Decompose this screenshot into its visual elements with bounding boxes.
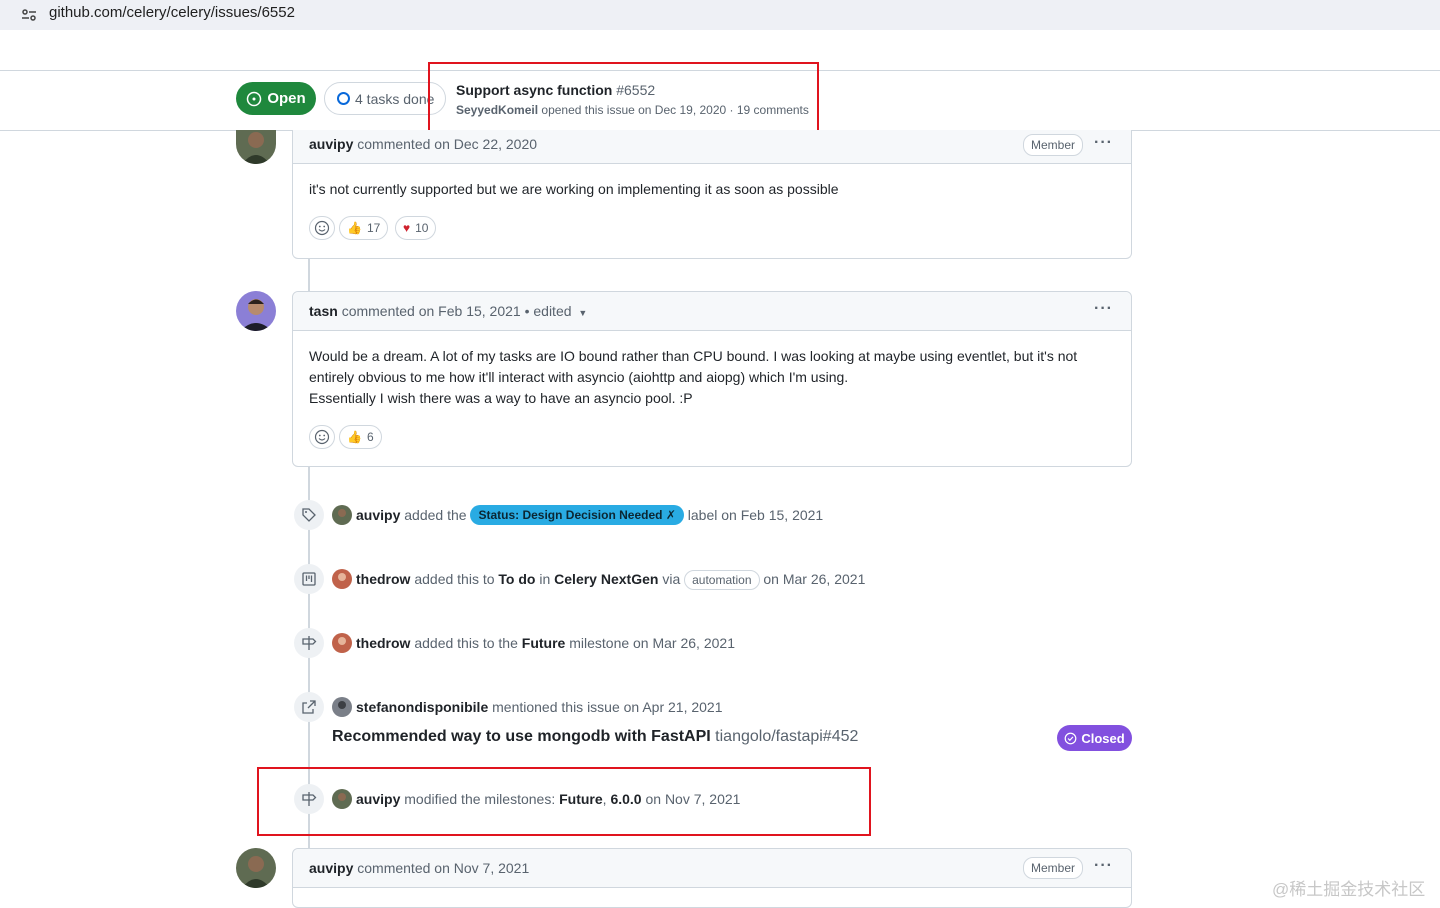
reaction-heart[interactable]: ♥ 10 [395, 216, 437, 240]
add-reaction-button[interactable] [309, 425, 335, 449]
reaction-thumbs-up[interactable]: 👍 17 [339, 216, 389, 240]
actor-avatar[interactable] [332, 505, 352, 525]
heart-icon: ♥ [403, 221, 411, 235]
avatar[interactable] [236, 848, 276, 888]
timeline-event-labeled: auvipy added the Status: Design Decision… [332, 505, 823, 525]
add-reaction-button[interactable] [309, 216, 335, 240]
actor-avatar[interactable] [332, 697, 352, 717]
issue-opened-icon [247, 91, 262, 106]
comment-timestamp[interactable]: commented on Nov 7, 2021 [357, 860, 529, 876]
thumbs-up-icon: 👍 [347, 430, 362, 444]
actor-avatar[interactable] [332, 569, 352, 589]
comment-card: auvipy commented on Nov 7, 2021 Member ·… [292, 848, 1132, 908]
comment-card: auvipy commented on Dec 22, 2020 Member … [292, 130, 1132, 259]
actor-avatar[interactable] [332, 633, 352, 653]
site-settings-icon[interactable] [20, 6, 38, 24]
timeline-line [308, 258, 310, 291]
project-link[interactable]: Celery NextGen [554, 571, 658, 587]
referenced-issue-link[interactable]: Recommended way to use mongodb with Fast… [332, 728, 858, 746]
cross-reference-icon [294, 692, 324, 722]
milestone-link[interactable]: Future [522, 635, 566, 651]
tag-icon [294, 500, 324, 530]
progress-ring-icon [337, 92, 350, 105]
referenced-issue-id: tiangolo/fastapi#452 [715, 728, 859, 745]
more-options-icon[interactable]: ··· [1094, 858, 1113, 874]
comment-body: Would be a dream. A lot of my tasks are … [309, 348, 1078, 406]
address-field[interactable]: github.com/celery/celery/issues/6552 [49, 4, 295, 21]
comment-header: auvipy commented on Nov 7, 2021 Member ·… [293, 849, 1131, 888]
comment-author-link[interactable]: auvipy [309, 136, 353, 152]
smiley-icon [314, 220, 330, 236]
comment-author-link[interactable]: auvipy [309, 860, 353, 876]
status-label: Open [267, 90, 306, 107]
comment-timestamp[interactable]: commented on Dec 22, 2020 [357, 136, 537, 152]
avatar[interactable] [236, 130, 276, 164]
comment-header: auvipy commented on Dec 22, 2020 Member … [293, 130, 1131, 164]
reaction-thumbs-up[interactable]: 👍 6 [339, 425, 382, 449]
project-icon [294, 564, 324, 594]
highlight-box-title [428, 62, 819, 133]
avatar[interactable] [236, 291, 276, 331]
actor-link[interactable]: thedrow [356, 571, 410, 587]
watermark: @稀土掘金技术社区 [1272, 880, 1426, 899]
tasks-label: 4 tasks done [355, 90, 435, 107]
check-circle-icon [1064, 732, 1077, 744]
browser-url-bar: github.com/celery/celery/issues/6552 [0, 0, 1440, 30]
highlight-box-milestone [257, 767, 871, 836]
actor-link[interactable]: thedrow [356, 635, 410, 651]
thumbs-up-icon: 👍 [347, 221, 362, 235]
comment-timestamp[interactable]: commented on Feb 15, 2021 • edited [342, 303, 572, 319]
edited-dropdown-icon[interactable]: ▼ [578, 308, 587, 318]
more-options-icon[interactable]: ··· [1094, 135, 1113, 151]
member-badge: Member [1022, 857, 1083, 879]
comment-author-link[interactable]: tasn [309, 303, 338, 319]
member-badge: Member [1022, 134, 1083, 156]
comment-card: tasn commented on Feb 15, 2021 • edited … [292, 291, 1132, 467]
project-column-link[interactable]: To do [498, 571, 535, 587]
issue-label[interactable]: Status: Design Decision Needed ✗ [470, 505, 684, 525]
issue-status-open-badge: Open [236, 82, 316, 115]
more-options-icon[interactable]: ··· [1094, 301, 1113, 317]
comment-header: tasn commented on Feb 15, 2021 • edited … [293, 292, 1131, 331]
actor-link[interactable]: stefanondisponibile [356, 699, 488, 715]
timeline-event-project: thedrow added this to To do in Celery Ne… [332, 569, 865, 590]
timeline-event-mentioned: stefanondisponibile mentioned this issue… [332, 697, 723, 717]
closed-state-badge: Closed [1057, 725, 1132, 751]
milestone-icon [294, 628, 324, 658]
timeline-event-milestone: thedrow added this to the Future milesto… [332, 633, 735, 653]
automation-badge: automation [684, 570, 760, 590]
actor-link[interactable]: auvipy [356, 507, 400, 523]
smiley-icon [314, 429, 330, 445]
comment-body: it's not currently supported but we are … [309, 181, 839, 197]
